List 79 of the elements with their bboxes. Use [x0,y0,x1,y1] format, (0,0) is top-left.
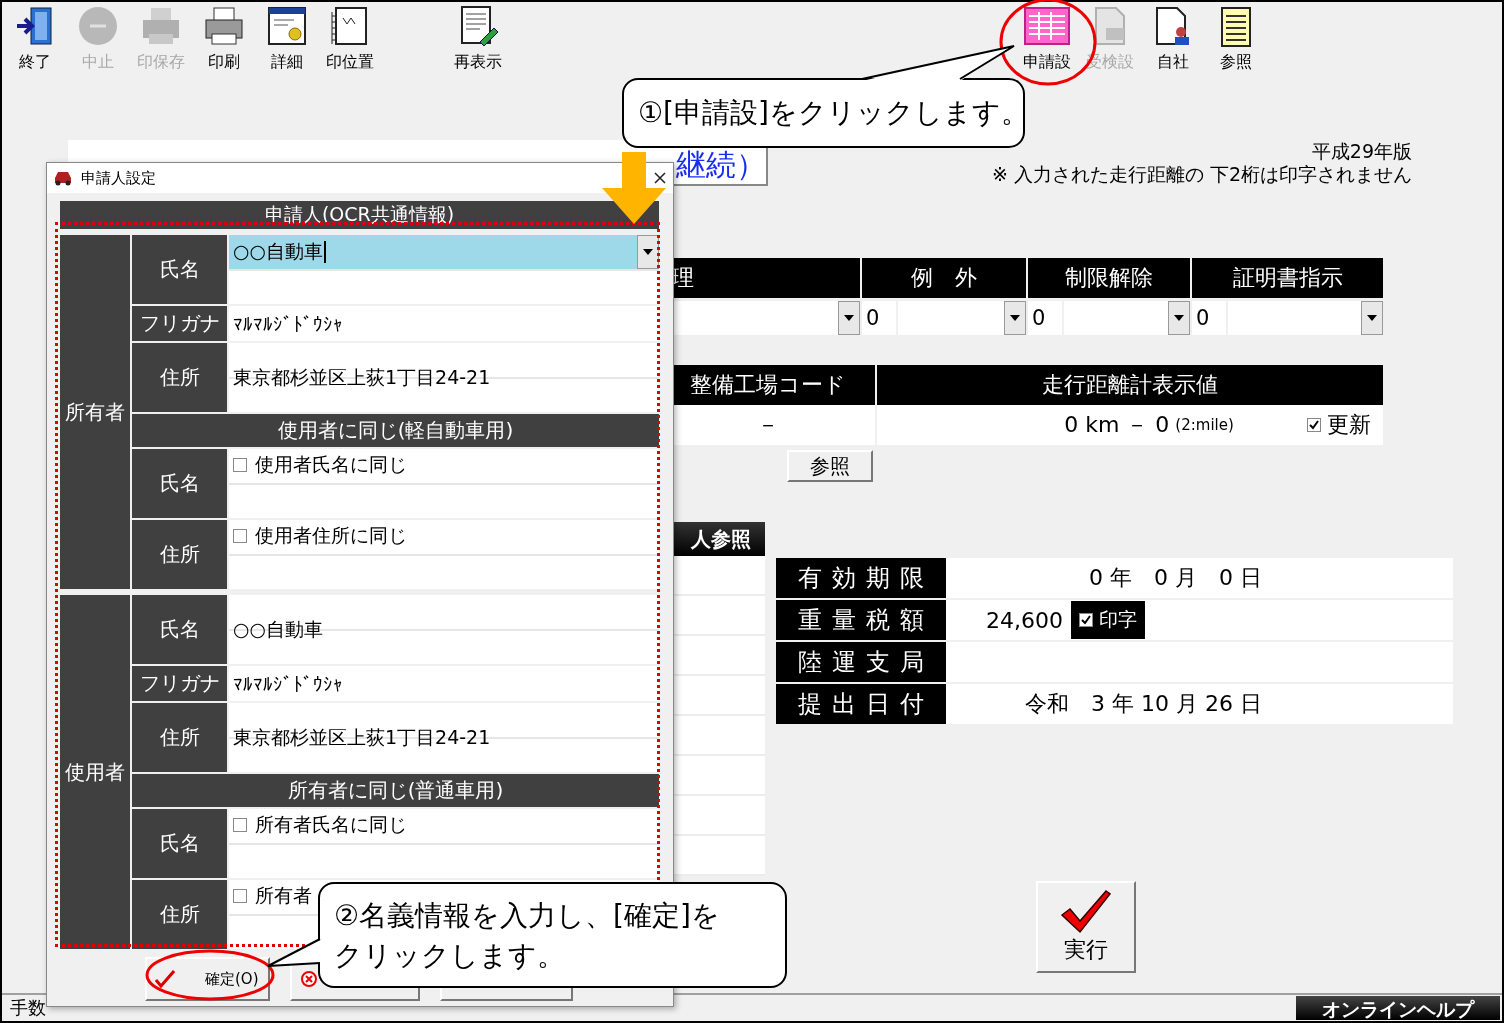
code-field[interactable]: 0 [862,301,896,335]
combo-field[interactable] [1064,301,1190,335]
online-help-button[interactable]: オンラインヘルプ [1296,996,1500,1020]
checkbox-label: 所有者 [255,883,312,908]
checkbox[interactable] [1079,613,1093,627]
section-header: 使用者に同じ(軽自動車用) [132,414,659,447]
caret-icon [1010,315,1020,321]
combo-field[interactable] [1228,301,1383,335]
callout-tooltip: ②名義情報を入力し、[確定]をクリックします。 [318,882,787,988]
toolbar-button[interactable]: 申請設 [1015,2,1078,73]
unit-note: (2:mile) [1175,416,1234,434]
checkbox[interactable] [233,889,247,903]
status-message: 手数 [9,996,46,1020]
field-label: 氏名 [132,809,227,878]
toolbar-button[interactable]: 再表示 [446,2,509,73]
field-label: フリガナ [132,306,227,341]
row-value: 令和 3 年 10 月 26 日 [1025,690,1262,718]
row-label: 有効期限 [776,558,946,598]
dropdown-button[interactable] [1004,301,1026,335]
caret-icon [1174,315,1184,321]
close-icon[interactable] [653,171,667,185]
odometer-value: 0 km － 0 [1064,411,1170,439]
checkbox[interactable] [1307,418,1321,432]
column-header: 例 外 [862,258,1026,298]
checkbox-label: 使用者住所に同じ [255,523,407,548]
caret-icon [1367,315,1377,321]
cancel-icon [300,970,318,988]
check-icon [155,970,175,988]
field-label: 住所 [132,343,227,412]
section-header: 所有者に同じ(普通車用) [132,774,659,807]
field-label: 氏名 [132,235,227,304]
code-field[interactable]: 0 [1192,301,1226,335]
toolbar-button[interactable]: 印刷 [192,2,255,73]
form-grid-icon [1022,4,1071,48]
checkbox-label: 使用者氏名に同じ [255,452,407,477]
check-icon [1060,889,1112,935]
dropdown-button[interactable] [1361,301,1383,335]
caret-icon [844,315,854,321]
tax-amount: 24,600 [986,607,1063,633]
group-label: 所有者 [60,235,130,589]
reference-button[interactable]: 参照 [787,450,873,482]
update-checkbox[interactable]: 更新 [1301,409,1383,441]
dropdown-button[interactable] [838,301,860,335]
dialog-title: 申請人設定 [81,168,156,188]
field-label: 住所 [132,880,227,949]
toolbar-button[interactable]: 詳細 [255,2,318,73]
toolbar-button[interactable]: 印位置 [318,2,381,73]
row-label: 提出日付 [776,684,946,724]
dropdown-button[interactable] [1168,301,1190,335]
annotation-arrow [602,152,666,224]
combo-field[interactable] [898,301,1026,335]
checkbox[interactable] [233,818,247,832]
column-header: 走行距離計表示値 [877,365,1383,405]
row-value: 0 年 0 月 0 日 [1089,564,1262,592]
field-label: フリガナ [132,666,227,701]
checkbox[interactable] [233,529,247,543]
toolbar-button[interactable]: 参照 [1204,2,1267,73]
name-combo-field[interactable]: ○○自動車 [229,235,659,269]
field-label: 住所 [132,703,227,772]
factory-code: － [756,411,779,439]
toolbar-button[interactable]: 終了 [3,2,66,73]
caret-icon [643,249,653,255]
column-header: 証明書指示 [1192,258,1383,298]
field-label: 住所 [132,520,227,589]
checkbox-label: 所有者氏名に同じ [255,812,407,837]
row-label: 重量税額 [776,600,946,640]
field-label: 氏名 [132,449,227,518]
column-header: 制限解除 [1028,258,1190,298]
group-label: 使用者 [60,595,130,949]
code-field[interactable]: 0 [1028,301,1062,335]
edition-label: 平成29年版 [1311,140,1412,163]
field-label: 氏名 [132,595,227,664]
execute-button[interactable]: 実行 [1036,881,1136,973]
toolbar-button[interactable]: 自社 [1141,2,1204,73]
car-icon [53,170,73,186]
checkbox[interactable] [233,458,247,472]
print-checkbox[interactable]: 印字 [1071,601,1145,639]
note-text: ※ 入力された走行距離の 下2桁は印字されません [991,163,1412,186]
row-label: 陸運支局 [776,642,946,682]
